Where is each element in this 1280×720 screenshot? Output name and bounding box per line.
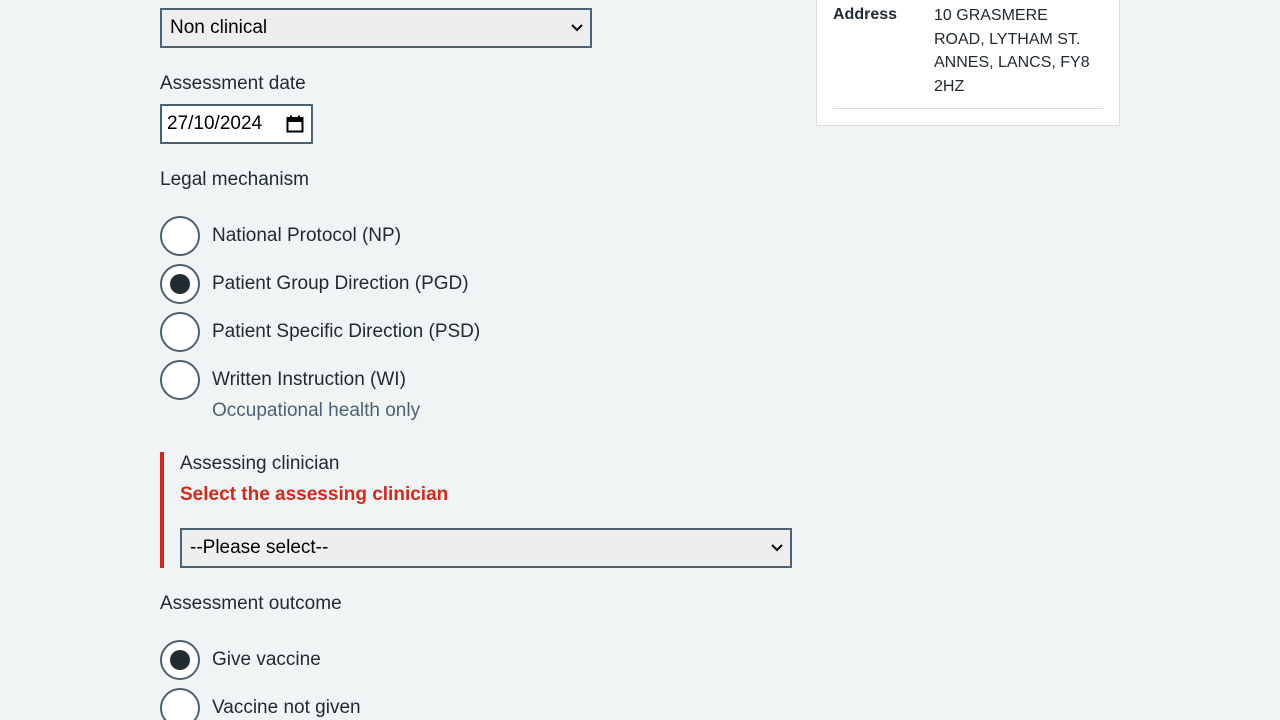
assessment-date-input[interactable]: 27/10/2024 [160,104,313,144]
summary-divider [833,108,1103,109]
vaccination-assessment-page: Non clinical Assessment date 27/10/2024 … [0,0,1280,720]
chevron-down-icon [570,21,584,35]
radio-option-pgd[interactable]: Patient Group Direction (PGD) [160,264,469,304]
clinical-type-select-value: Non clinical [170,17,268,38]
address-key: Address [833,6,898,23]
radio-label: Written Instruction (WI) [212,369,406,390]
assessment-outcome-label: Assessment outcome [160,593,342,614]
radio-button[interactable] [160,360,200,400]
chevron-down-icon [770,541,784,555]
assessing-clinician-select[interactable]: --Please select-- [180,528,792,568]
radio-label: Give vaccine [212,649,321,670]
assessing-clinician-error-message: Select the assessing clinician [180,484,449,505]
radio-selected-dot [170,650,190,670]
radio-button[interactable] [160,216,200,256]
wi-hint-text: Occupational health only [212,400,421,421]
assessment-date-value: 27/10/2024 [167,113,263,134]
clinical-type-select[interactable]: Non clinical [160,8,592,48]
assessment-date-label: Assessment date [160,73,306,94]
assessing-clinician-select-value: --Please select-- [190,537,329,558]
legal-mechanism-label: Legal mechanism [160,169,309,190]
radio-button[interactable] [160,312,200,352]
radio-button-selected[interactable] [160,640,200,680]
radio-option-np[interactable]: National Protocol (NP) [160,216,401,256]
assessing-clinician-label: Assessing clinician [180,453,340,474]
radio-label: Patient Group Direction (PGD) [212,273,469,294]
radio-option-wi[interactable]: Written Instruction (WI) [160,360,406,400]
calendar-icon[interactable] [286,115,304,133]
radio-option-psd[interactable]: Patient Specific Direction (PSD) [160,312,480,352]
radio-option-vaccine-not-given[interactable]: Vaccine not given [160,688,361,720]
radio-selected-dot [170,274,190,294]
radio-label: National Protocol (NP) [212,225,402,246]
radio-button[interactable] [160,688,200,720]
radio-button-selected[interactable] [160,264,200,304]
radio-label: Vaccine not given [212,697,361,718]
radio-option-give-vaccine[interactable]: Give vaccine [160,640,321,680]
address-value: 10 GRASMERE ROAD, LYTHAM ST. ANNES, LANC… [934,7,1090,95]
radio-label: Patient Specific Direction (PSD) [212,321,481,342]
